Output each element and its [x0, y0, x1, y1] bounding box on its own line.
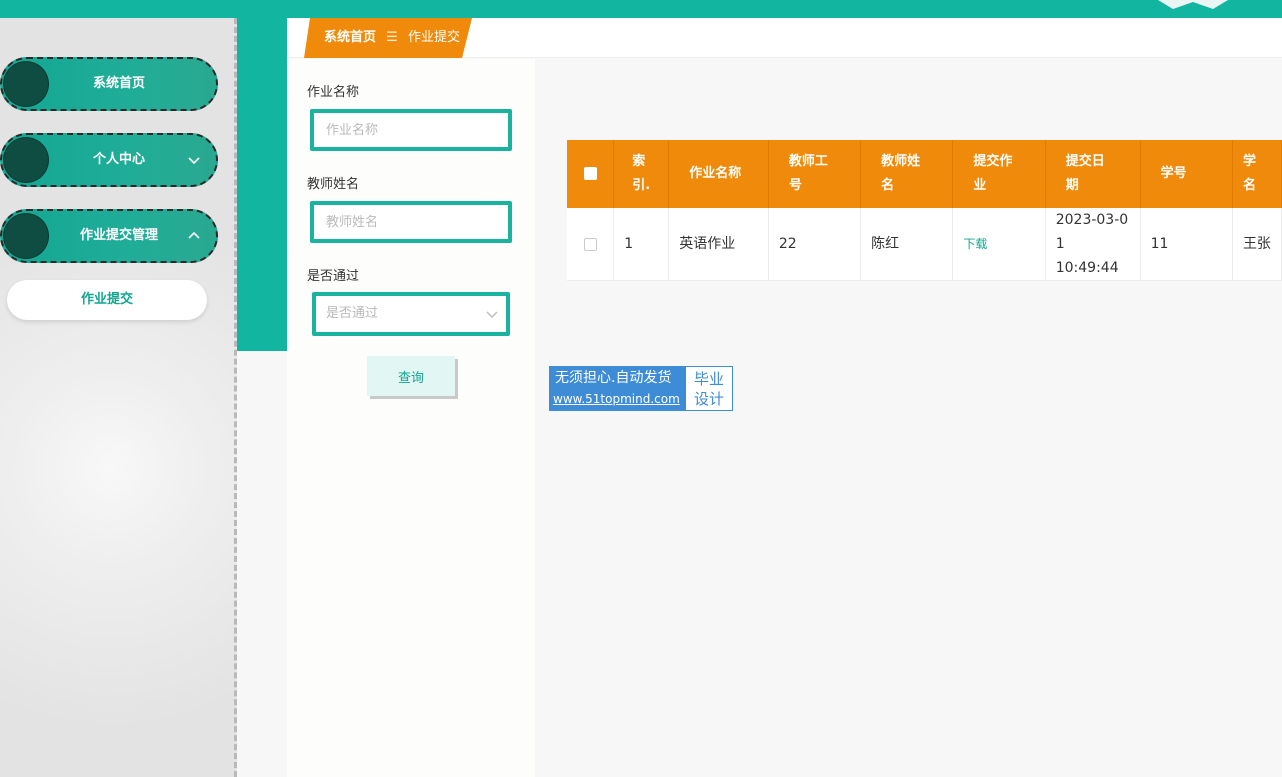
watermark-right-line2: 设计 [693, 390, 724, 408]
checkbox-icon [583, 167, 597, 180]
sidebar-item-label: 作业提交管理 [79, 228, 158, 243]
watermark-right: 毕业 设计 [686, 367, 732, 410]
table-header-row: 索 引. 作业名称 教师工 号 教师姓 名 提交作 业 提交日 期 学号 学 名 [567, 140, 1282, 208]
cell-homework-name: 英语作业 [668, 208, 769, 281]
column-header-homework-name: 作业名称 [668, 140, 769, 208]
sidebar-item-home[interactable]: 系统首页 [0, 57, 218, 111]
homework-name-input[interactable] [310, 109, 512, 151]
teacher-name-label: 教师姓名 [307, 177, 360, 192]
menu-knob-icon [4, 214, 48, 258]
watermark-slogan: 无须担心.自动发货 [555, 370, 672, 386]
cell-submit-date: 2023-03-0 1 10:49:44 [1045, 208, 1141, 281]
chevron-up-icon [188, 231, 200, 239]
watermark-right-line1: 毕业 [693, 370, 724, 388]
column-header-teacher-name: 教师姓 名 [860, 140, 954, 208]
cell-student-id: 11 [1140, 208, 1233, 281]
teacher-name-input[interactable] [310, 201, 512, 243]
cell-submitted-file: 下载 [952, 208, 1046, 281]
breadcrumb-home-link[interactable]: 系统首页 [324, 30, 376, 45]
column-header-index: 索 引. [613, 140, 670, 208]
sidebar-item-personal-center[interactable]: 个人中心 [0, 133, 218, 187]
watermark-url: www.51topmind.com [553, 392, 680, 406]
column-header-teacher-id: 教师工 号 [768, 140, 862, 208]
search-panel: 作业名称 教师姓名 是否通过 是否通过 查询 [287, 59, 535, 777]
download-link[interactable]: 下载 [963, 237, 987, 251]
sidebar-item-label: 系统首页 [92, 76, 145, 91]
table-row: 1 英语作业 22 陈红 下载 2023-03-0 1 10:49:44 11 … [567, 208, 1282, 281]
watermark-left: 无须担心.自动发货 www.51topmind.com [550, 367, 686, 410]
breadcrumb-separator-icon: ☰ [386, 30, 398, 45]
watermark-badge: 无须担心.自动发货 www.51topmind.com 毕业 设计 [549, 366, 733, 411]
breadcrumb-tab: 系统首页 ☰ 作业提交 [304, 18, 472, 58]
data-table: 索 引. 作业名称 教师工 号 教师姓 名 提交作 业 提交日 期 学号 学 名… [567, 140, 1282, 281]
chevron-down-icon [486, 311, 498, 318]
cell-student-name: 王张 [1232, 208, 1282, 281]
select-all-checkbox[interactable] [567, 140, 615, 208]
homework-name-label: 作业名称 [307, 85, 360, 100]
sidebar-item-label: 个人中心 [92, 152, 145, 167]
menu-knob-icon [4, 62, 48, 106]
row-checkbox[interactable] [567, 208, 615, 281]
sidebar: 系统首页 个人中心 作业提交管理 作业提交 [0, 18, 237, 777]
column-header-student-name: 学 名 [1232, 140, 1282, 208]
ribbon-decoration-icon [1158, 0, 1228, 9]
chevron-down-icon [188, 157, 200, 165]
top-bar [0, 0, 1282, 18]
breadcrumb-current: 作业提交 [407, 30, 460, 45]
cell-index: 1 [613, 208, 670, 281]
column-header-submit-date: 提交日 期 [1045, 140, 1141, 208]
sidebar-item-homework-submission-management[interactable]: 作业提交管理 [0, 209, 218, 263]
column-header-student-id: 学号 [1140, 140, 1233, 208]
passed-select-placeholder: 是否通过 [326, 306, 379, 321]
checkbox-icon [583, 237, 597, 251]
header-accent-block [237, 18, 287, 351]
cell-teacher-name: 陈红 [860, 208, 954, 281]
cell-teacher-id: 22 [768, 208, 862, 281]
column-header-submitted-file: 提交作 业 [952, 140, 1046, 208]
submenu-item-homework-submission[interactable]: 作业提交 [7, 280, 207, 320]
breadcrumb: 系统首页 ☰ 作业提交 [287, 18, 1282, 58]
passed-select[interactable]: 是否通过 [312, 292, 510, 336]
query-button[interactable]: 查询 [367, 356, 455, 396]
passed-label: 是否通过 [307, 269, 360, 284]
menu-knob-icon [4, 138, 48, 182]
